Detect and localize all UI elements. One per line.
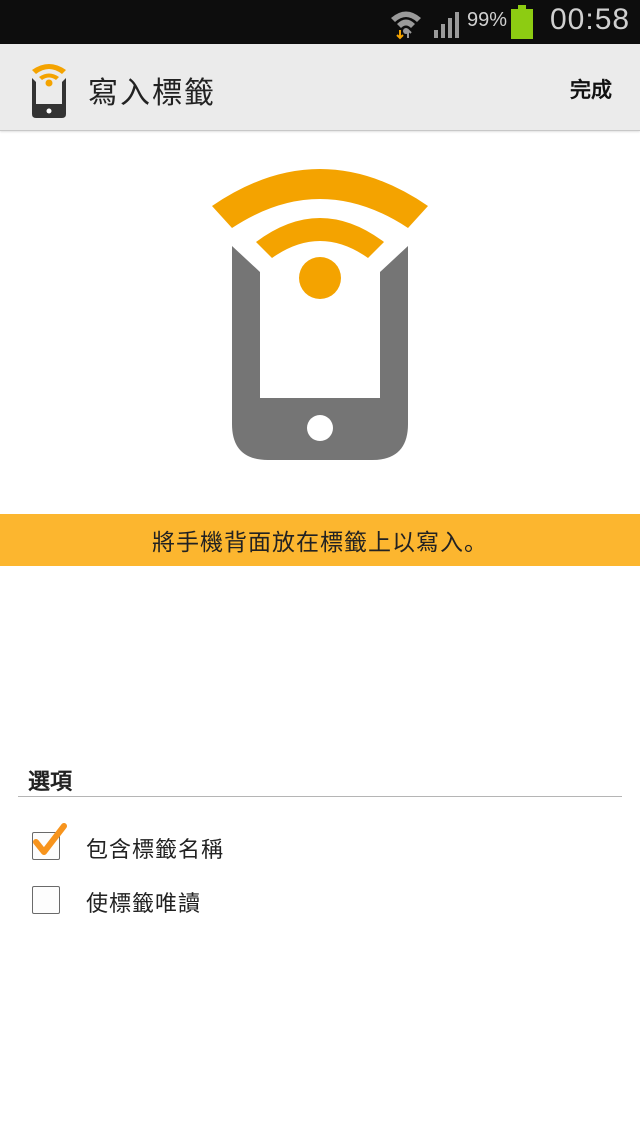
done-button[interactable]: 完成 <box>570 74 612 104</box>
status-bar: 99% 00:58 <box>0 0 640 44</box>
clock: 00:58 <box>550 3 631 36</box>
battery-icon <box>511 5 533 39</box>
page-title: 寫入標籤 <box>88 76 216 111</box>
make-read-only-checkbox[interactable] <box>32 886 60 914</box>
battery-percent: 99% <box>467 9 508 31</box>
nfc-phone-icon <box>32 64 66 118</box>
options-header: 選項 <box>28 770 73 795</box>
option-include-tag-name[interactable]: 包含標籤名稱 <box>0 818 640 880</box>
option-make-read-only[interactable]: 使標籤唯讀 <box>0 872 640 934</box>
instruction-text: 將手機背面放在標籤上以寫入。 <box>152 530 488 556</box>
wifi-icon <box>391 11 421 40</box>
include-tag-name-label: 包含標籤名稱 <box>86 838 225 863</box>
options-divider <box>18 796 622 797</box>
action-bar: 寫入標籤 完成 <box>0 44 640 131</box>
make-read-only-label: 使標籤唯讀 <box>86 892 202 917</box>
nfc-phone-illustration <box>212 169 428 460</box>
checkmark-icon <box>33 823 67 855</box>
instruction-banner: 將手機背面放在標籤上以寫入。 <box>0 514 640 566</box>
signal-icon <box>434 12 459 38</box>
